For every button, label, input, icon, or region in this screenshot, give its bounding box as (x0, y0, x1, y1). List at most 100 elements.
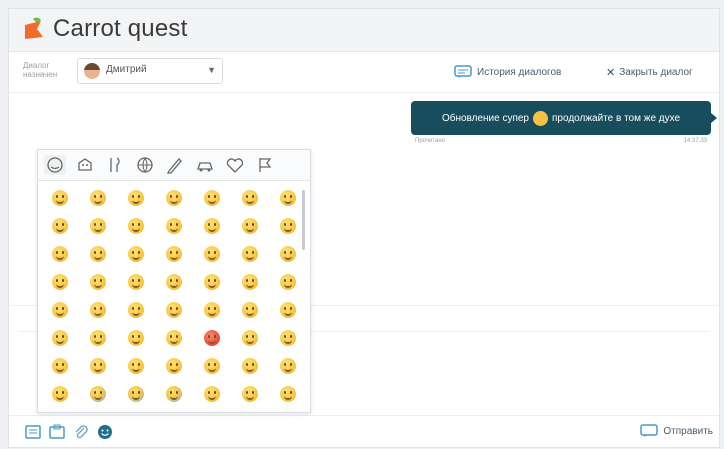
emoji-item[interactable] (166, 274, 182, 290)
send-button[interactable]: Отправить (640, 424, 713, 438)
emoji-mouth (94, 199, 102, 204)
emoji-item[interactable] (166, 330, 182, 346)
emoji-item[interactable] (204, 246, 220, 262)
emoji-item[interactable] (128, 302, 144, 318)
emoji-item[interactable] (90, 386, 106, 402)
emoji-item[interactable] (128, 358, 144, 374)
emoji-mouth (246, 395, 254, 400)
emoji-mouth (208, 227, 216, 232)
emoji-mouth (284, 367, 292, 372)
emoji-item[interactable] (280, 274, 296, 290)
emoji-item[interactable] (90, 330, 106, 346)
template-icon[interactable] (25, 424, 41, 440)
emoji-mouth (246, 227, 254, 232)
avatar (84, 63, 100, 79)
emoji-item[interactable] (52, 218, 68, 234)
emoji-item[interactable] (280, 358, 296, 374)
emoji-category-tabs (38, 150, 310, 181)
emoji-item[interactable] (242, 218, 258, 234)
emoji-item[interactable] (128, 330, 144, 346)
emoji-item[interactable] (280, 330, 296, 346)
emoji-item[interactable] (166, 218, 182, 234)
sports-icon[interactable] (134, 155, 156, 175)
emoji-item[interactable] (204, 302, 220, 318)
animals-icon[interactable] (74, 155, 96, 175)
emoji-item[interactable] (242, 358, 258, 374)
note-icon[interactable] (49, 424, 65, 440)
emoji-mouth (94, 367, 102, 372)
emoji-item[interactable] (204, 386, 220, 402)
app-window: Carrot quest Диалог назначен Дмитрий ▼ И… (8, 8, 720, 448)
emoji-item[interactable] (128, 190, 144, 206)
emoji-item[interactable] (242, 246, 258, 262)
emoji-item[interactable] (52, 246, 68, 262)
emoji-item[interactable] (52, 302, 68, 318)
chat-history-icon (454, 65, 472, 78)
emoji-item[interactable] (52, 386, 68, 402)
composer-toolbar: Отправить (9, 415, 719, 448)
emoji-item[interactable] (280, 302, 296, 318)
emoji-mouth (284, 311, 292, 316)
emoji-mouth (208, 395, 216, 400)
emoji-item[interactable] (204, 218, 220, 234)
emoji-item[interactable] (242, 274, 258, 290)
emoji-item[interactable] (90, 218, 106, 234)
emoji-item[interactable] (242, 302, 258, 318)
agent-select[interactable]: Дмитрий ▼ (77, 58, 223, 84)
history-button[interactable]: История диалогов (454, 63, 561, 81)
emoji-item[interactable] (52, 190, 68, 206)
emoji-item[interactable] (90, 302, 106, 318)
emoji-icon[interactable] (97, 424, 113, 440)
message-time: 14:37:33 (683, 138, 707, 144)
flag-icon[interactable] (254, 155, 276, 175)
heart-icon[interactable] (224, 155, 246, 175)
objects-icon[interactable] (164, 155, 186, 175)
emoji-item[interactable] (280, 218, 296, 234)
travel-icon[interactable] (194, 155, 216, 175)
emoji-item[interactable] (166, 302, 182, 318)
emoji-item[interactable] (280, 386, 296, 402)
emoji-item[interactable] (128, 386, 144, 402)
picker-scrollbar[interactable] (302, 190, 305, 250)
close-dialog-button[interactable]: ✕ Закрыть диалог (606, 63, 693, 81)
emoji-item[interactable] (204, 330, 220, 346)
emoji-item[interactable] (242, 330, 258, 346)
emoji-mouth (170, 311, 178, 316)
emoji-item[interactable] (90, 358, 106, 374)
emoji-mouth (284, 283, 292, 288)
emoji-mouth (56, 283, 64, 288)
paperclip-icon[interactable] (73, 424, 89, 440)
emoji-item[interactable] (166, 358, 182, 374)
emoji-item[interactable] (52, 330, 68, 346)
emoji-mouth (208, 367, 216, 372)
emoji-item[interactable] (166, 246, 182, 262)
emoji-mouth (132, 227, 140, 232)
emoji-item[interactable] (280, 246, 296, 262)
emoji-item[interactable] (90, 274, 106, 290)
emoji-item[interactable] (204, 358, 220, 374)
emoji-item[interactable] (242, 386, 258, 402)
emoji-item[interactable] (166, 190, 182, 206)
emoji-mouth (56, 199, 64, 204)
emoji-item[interactable] (128, 246, 144, 262)
emoji-item[interactable] (128, 218, 144, 234)
emoji-item[interactable] (52, 274, 68, 290)
emoji-mouth (56, 395, 64, 400)
emoji-mouth (170, 283, 178, 288)
emoji-item[interactable] (204, 190, 220, 206)
emoji-item[interactable] (90, 246, 106, 262)
emoji-item[interactable] (90, 190, 106, 206)
emoji-item[interactable] (242, 190, 258, 206)
emoji-mouth (246, 199, 254, 204)
emoji-item[interactable] (128, 274, 144, 290)
emoji-mouth (132, 199, 140, 204)
emoji-item[interactable] (280, 190, 296, 206)
emoji-item[interactable] (166, 386, 182, 402)
food-icon[interactable] (104, 155, 126, 175)
emoji-item[interactable] (204, 274, 220, 290)
emoji-mouth (132, 283, 140, 288)
smileys-icon[interactable] (44, 155, 66, 175)
message-bubble: Обновление супер продолжайте в том же ду… (411, 101, 717, 135)
emoji-item[interactable] (52, 358, 68, 374)
emoji-mouth (94, 227, 102, 232)
